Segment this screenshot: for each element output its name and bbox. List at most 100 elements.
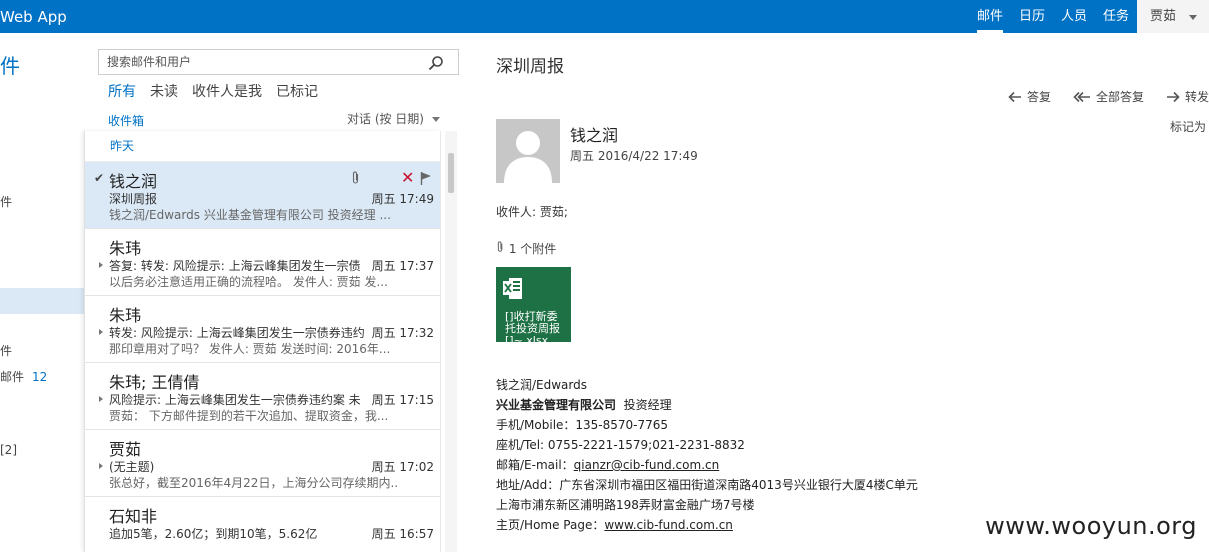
signature-mobile: 手机/Mobile：135-8570-7765: [496, 418, 669, 432]
expand-icon[interactable]: [99, 463, 103, 469]
forward-button[interactable]: 转发: [1166, 88, 1209, 105]
excel-icon: [503, 278, 522, 299]
filter-flagged[interactable]: 已标记: [276, 81, 318, 101]
search-icon[interactable]: [428, 55, 444, 71]
reply-button[interactable]: 答复: [1008, 88, 1051, 105]
message-list-pane: 所有 未读 收件人是我 已标记 收件箱 对话 (按 日期) 昨天 ✔ 钱之润 ✕…: [84, 33, 460, 552]
message-preview: 那印章用对了吗？ 发件人: 贾茹 发送时间: 2016年...: [109, 342, 391, 356]
sort-dropdown[interactable]: 对话 (按 日期): [347, 110, 440, 127]
message-preview: 以后务必注意适用正确的流程哈。 发件人: 贾茹 发...: [109, 275, 388, 289]
folder-item[interactable]: 件: [0, 193, 12, 210]
watermark: www.wooyun.org: [985, 512, 1197, 540]
arrow-left-icon: [1008, 91, 1021, 102]
signature-email-line: 邮箱/E-mail：qianzr@cib-fund.com.cn: [496, 455, 918, 475]
user-name: 贾茹: [1150, 9, 1177, 24]
list-scrollbar[interactable]: [445, 131, 457, 552]
paperclip-icon: [497, 241, 503, 252]
list-item[interactable]: 朱玮 转发: 风险提示: 上海云峰集团发生一宗债券违约 周五 17:32 那印章…: [85, 296, 440, 363]
signature-homepage-line: 主页/Home Page：www.cib-fund.com.cn: [496, 515, 918, 535]
message-preview: 张总好，截至2016年4月22日，上海分公司存续期内...: [109, 476, 399, 490]
reply-all-button[interactable]: 全部答复: [1073, 88, 1144, 105]
folder-heading: 件: [0, 54, 20, 78]
sender-name[interactable]: 钱之润: [570, 122, 618, 146]
mark-as-button[interactable]: 标记为: [1170, 118, 1206, 135]
list-item[interactable]: ✔ 钱之润 ✕ 深圳周报 周五 17:49 钱之润/Edwards 兴业基金管理…: [85, 162, 440, 229]
signature-address: 地址/Add：广东省深圳市福田区福田街道深南路4013号兴业银行大厦4楼C单元: [496, 478, 918, 492]
message-subject: 答复: 转发: 风险提示: 上海云峰集团发生一宗债: [109, 259, 361, 273]
search-box: [98, 49, 459, 75]
message-subject-heading: 深圳周报: [496, 57, 564, 77]
search-input[interactable]: [99, 50, 419, 74]
message-preview: 钱之润/Edwards 兴业基金管理有限公司 投资经理 ...: [109, 208, 391, 222]
app-title: Web App: [0, 8, 67, 26]
message-subject: 转发: 风险提示: 上海云峰集团发生一宗债券违约: [109, 326, 365, 340]
expand-icon[interactable]: [99, 262, 103, 268]
folder-item[interactable]: 件: [0, 342, 12, 359]
expand-icon[interactable]: [99, 329, 103, 335]
top-nav: 邮件 日历 人员 任务: [969, 0, 1137, 33]
message-subject: 深圳周报: [109, 192, 158, 206]
message-list: 昨天 ✔ 钱之润 ✕ 深圳周报 周五 17:49 钱之润/Edwards 兴业基…: [84, 131, 441, 552]
message-sender: 石知非: [109, 507, 158, 526]
signature-email-label: 邮箱/E-mail：: [496, 458, 574, 472]
nav-tasks[interactable]: 任务: [1095, 0, 1137, 33]
list-item[interactable]: 石知非 追加5笔，2.60亿；到期10笔，5.62亿 周五 16:57: [85, 497, 440, 552]
message-time: 周五 17:49: [371, 192, 434, 206]
attachment-count-label: 1 个附件: [508, 242, 557, 256]
attachment-name: []收打新委托投资周报[]~.xlsx: [505, 310, 560, 343]
scrollbar-thumb[interactable]: [448, 153, 454, 193]
chevron-down-icon: [432, 117, 440, 122]
group-header: 昨天: [85, 131, 440, 162]
folder-item-selected[interactable]: [0, 288, 84, 314]
message-time: 周五 17:37: [371, 259, 434, 273]
nav-mail[interactable]: 邮件: [969, 0, 1011, 33]
signature-title: 投资经理: [623, 398, 672, 412]
filter-unread[interactable]: 未读: [150, 81, 178, 101]
filter-to-me[interactable]: 收件人是我: [192, 81, 262, 101]
folder-item[interactable]: 邮件 12: [0, 368, 47, 385]
reading-pane: 深圳周报 答复 全部答复 转发 标记为 钱之润 周五 2016/4/22 17:…: [460, 33, 1209, 552]
top-bar: Web App 邮件 日历 人员 任务 贾茹: [0, 0, 1209, 33]
user-menu[interactable]: 贾茹: [1137, 0, 1209, 33]
message-subject: 风险提示: 上海云峰集团发生一宗债券违约案 未: [109, 393, 361, 407]
message-time: 周五 16:57: [371, 527, 434, 541]
signature-company: 兴业基金管理有限公司: [496, 398, 617, 412]
message-sender: 贾茹: [109, 440, 142, 459]
flag-icon[interactable]: [420, 171, 432, 185]
paperclip-icon: [352, 171, 359, 184]
attachment-tile[interactable]: []收打新委托投资周报[]~.xlsx: [496, 267, 571, 342]
double-arrow-left-icon: [1073, 91, 1090, 102]
list-item[interactable]: 朱玮 答复: 转发: 风险提示: 上海云峰集团发生一宗债 周五 17:37 以后…: [85, 229, 440, 296]
folder-item[interactable]: [2]: [0, 443, 17, 457]
signature: 钱之润/Edwards 兴业基金管理有限公司 投资经理 手机/Mobile：13…: [496, 375, 918, 535]
nav-people[interactable]: 人员: [1053, 0, 1095, 33]
expand-icon[interactable]: [99, 396, 103, 402]
reply-label: 答复: [1026, 90, 1051, 104]
folder-name: 收件箱: [108, 114, 145, 128]
signature-homepage-link[interactable]: www.cib-fund.com.cn: [604, 518, 733, 532]
signature-company-line: 兴业基金管理有限公司 投资经理: [496, 395, 918, 415]
signature-name: 钱之润/Edwards: [496, 378, 588, 392]
message-sender: 朱玮; 王倩倩: [109, 373, 200, 392]
signature-tel: 座机/Tel: 0755-2221-1579;021-2231-8832: [496, 438, 745, 452]
avatar: [496, 119, 560, 183]
sort-label: 对话 (按 日期): [347, 112, 424, 126]
recipients: 收件人: 贾茹;: [496, 205, 568, 219]
check-icon[interactable]: ✔: [94, 171, 104, 185]
nav-calendar[interactable]: 日历: [1011, 0, 1053, 33]
signature-email-link[interactable]: qianzr@cib-fund.com.cn: [574, 458, 720, 472]
reply-all-label: 全部答复: [1095, 90, 1144, 104]
message-subject: 追加5笔，2.60亿；到期10笔，5.62亿: [109, 527, 318, 541]
message-sender: 钱之润: [109, 172, 158, 191]
filter-all[interactable]: 所有: [108, 81, 136, 101]
attachment-count: 1 个附件: [496, 240, 556, 257]
message-actions: 答复 全部答复 转发: [1008, 88, 1209, 105]
list-item[interactable]: 贾茹 (无主题) 周五 17:02 张总好，截至2016年4月22日，上海分公司…: [85, 430, 440, 497]
unread-count: 12: [32, 370, 48, 384]
person-icon: [504, 131, 552, 183]
message-sender: 朱玮: [109, 239, 142, 258]
message-subject: (无主题): [109, 460, 155, 474]
folder-label: 邮件: [0, 370, 25, 384]
list-item[interactable]: 朱玮; 王倩倩 风险提示: 上海云峰集团发生一宗债券违约案 未 周五 17:15…: [85, 363, 440, 430]
delete-icon[interactable]: ✕: [401, 168, 414, 187]
